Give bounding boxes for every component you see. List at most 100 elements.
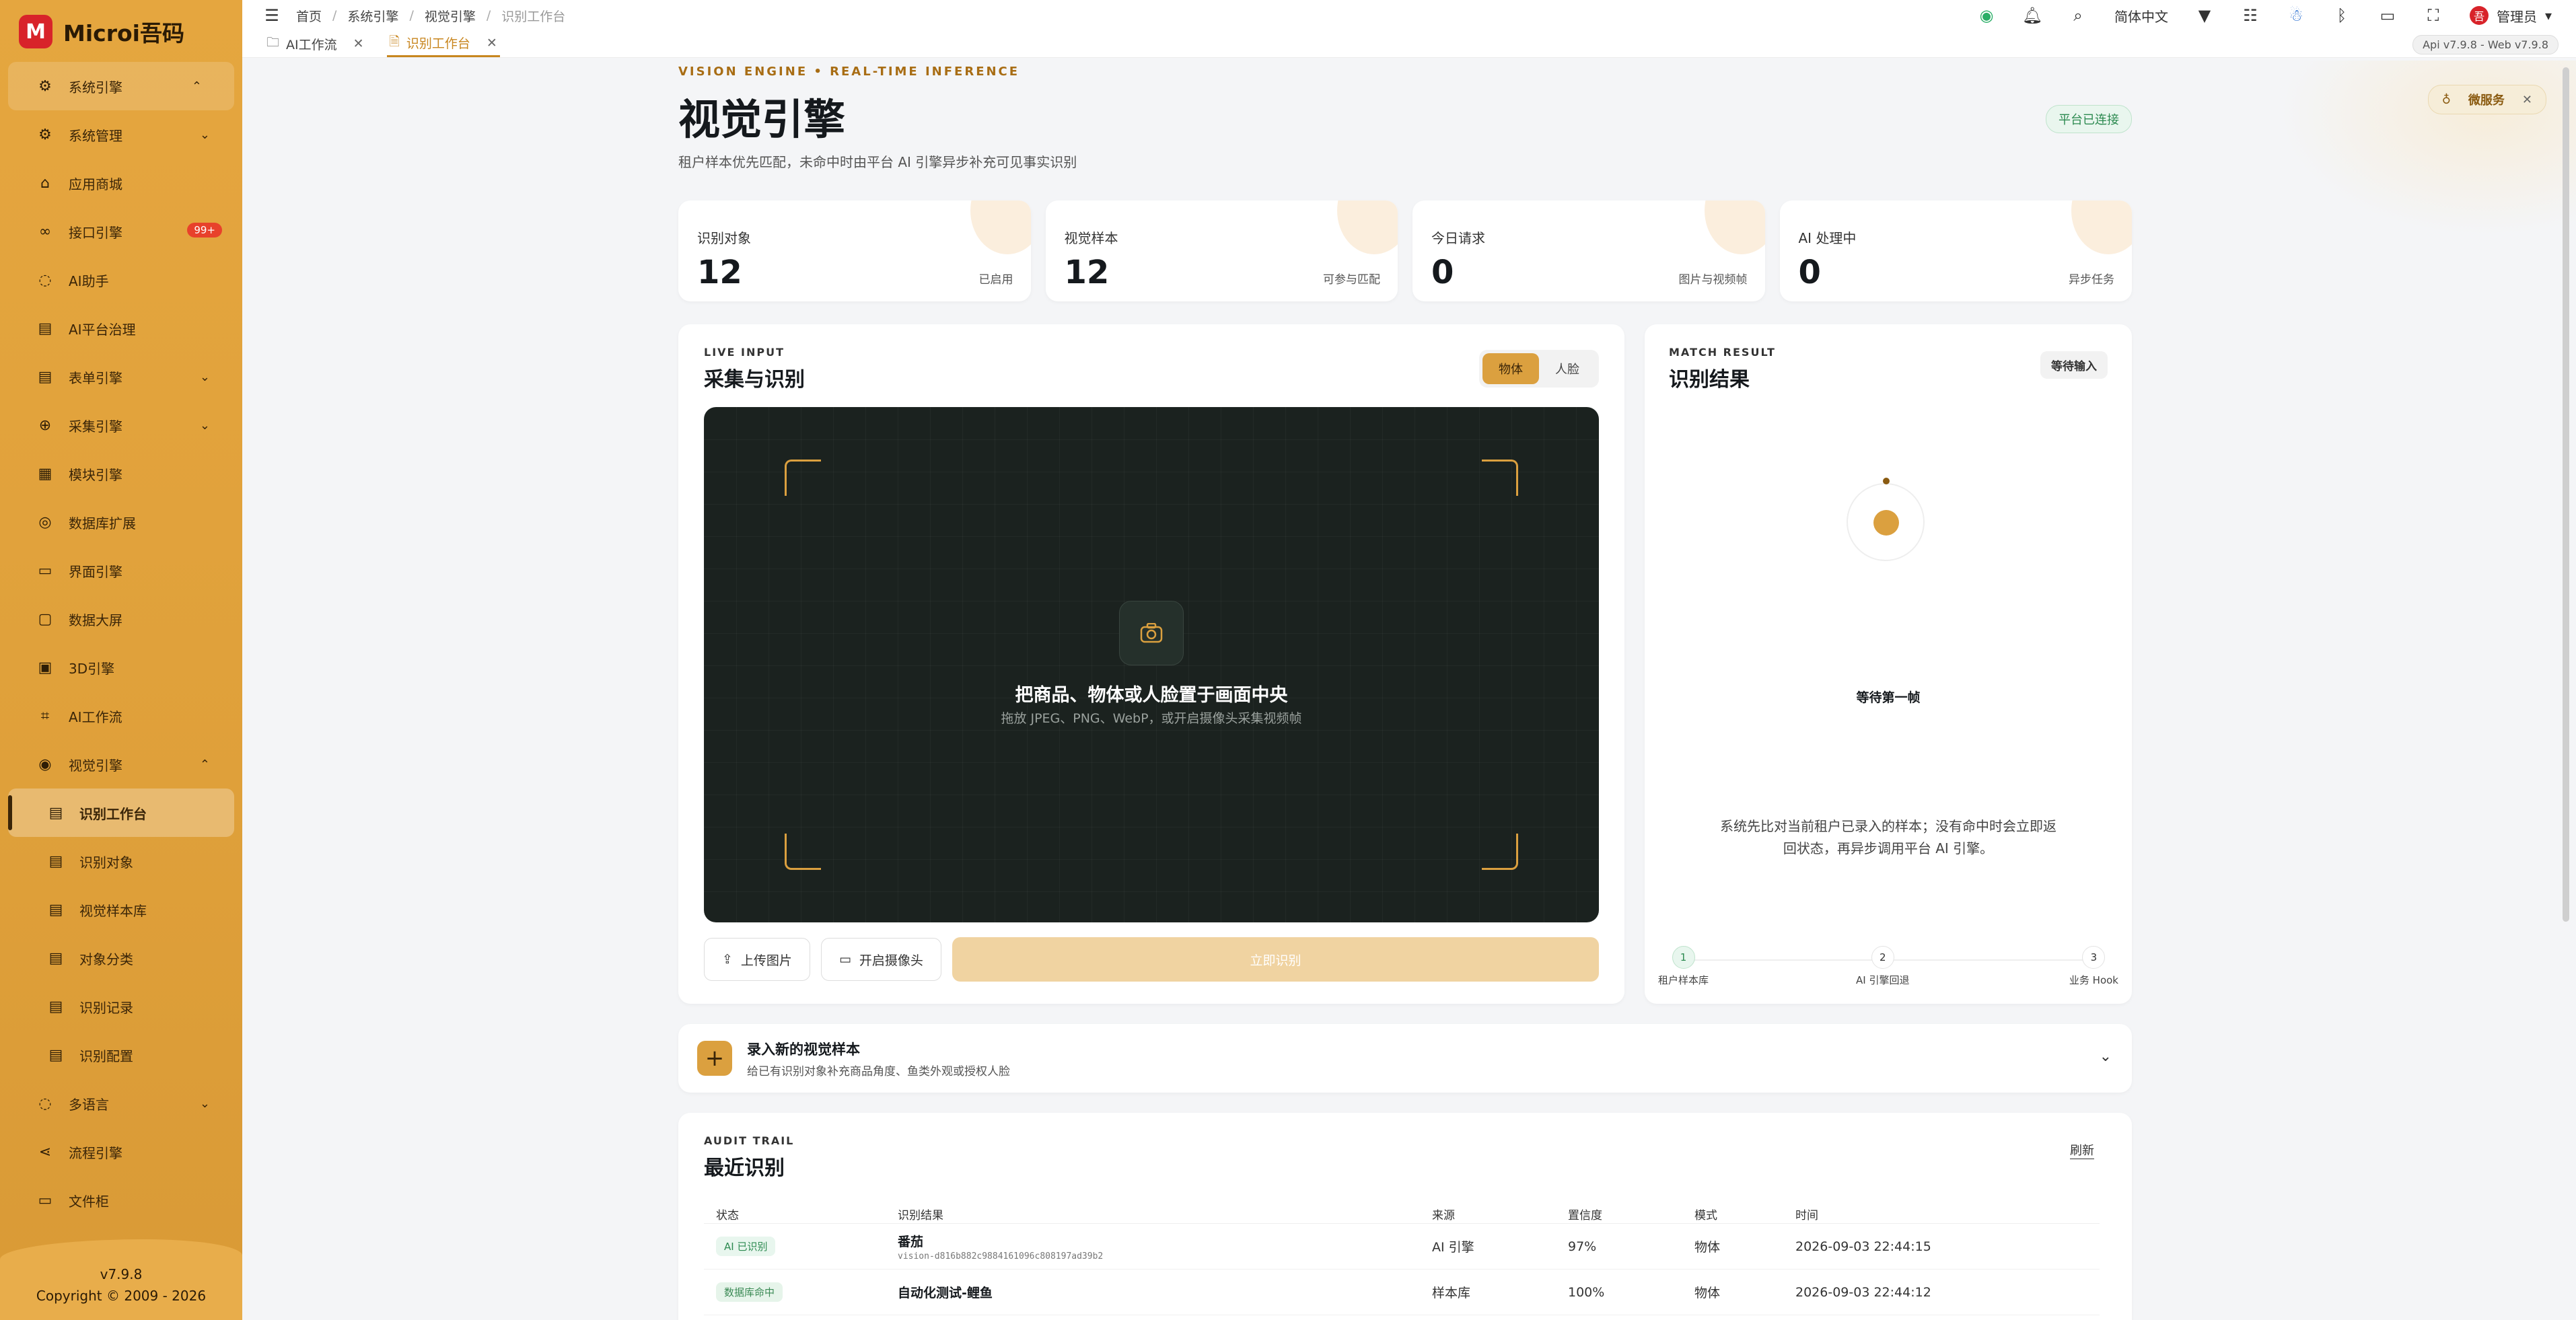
sidebar-item-21[interactable]: ◌ 多语言 ⌄: [0, 1079, 242, 1128]
tab-bar: 🗀 AI工作流 ✕ 🗎 识别工作台 ✕: [242, 31, 2576, 58]
sidebar-item-4[interactable]: ◌ AI助手: [0, 256, 242, 304]
tab-recognition-workbench[interactable]: 🗎 识别工作台 ✕: [386, 30, 500, 57]
page-title: 视觉引擎: [678, 95, 846, 144]
sidebar-item-8[interactable]: ▦ 模块引擎: [0, 449, 242, 498]
breadcrumb-system[interactable]: 系统引擎: [347, 7, 398, 25]
chevron-down-icon: ⌄: [199, 128, 210, 142]
sliders-icon[interactable]: ☷: [2241, 6, 2260, 25]
result-name: 自动化测试-鲤鱼: [898, 1286, 993, 1300]
robot-icon[interactable]: ☃: [2287, 6, 2305, 25]
breadcrumb-separator: /: [486, 8, 491, 23]
close-icon[interactable]: ✕: [353, 36, 364, 51]
microservice-pill[interactable]: ♁ 微服务 ✕: [2427, 85, 2546, 114]
shirt-icon[interactable]: ▼: [2195, 6, 2214, 25]
step-item: 1 租户样本库: [1658, 946, 1709, 987]
mode-object-button[interactable]: 物体: [1482, 353, 1539, 384]
bluetooth-icon[interactable]: ᛒ: [2332, 6, 2351, 25]
brand-logo[interactable]: M Microi吾码: [0, 0, 242, 63]
mode-cell: 物体: [1694, 1240, 1721, 1255]
waiting-spinner: [1847, 478, 1925, 561]
sidebar-item-10[interactable]: ▭ 界面引擎: [0, 546, 242, 595]
sidebar-item-15[interactable]: ▤ 识别工作台: [8, 789, 234, 837]
sidebar-item-18[interactable]: ▤ 对象分类: [0, 934, 242, 982]
breadcrumb: 首页 / 系统引擎 / 视觉引擎 / 识别工作台: [296, 7, 565, 25]
upload-image-button[interactable]: ⇪ 上传图片: [704, 938, 810, 981]
table-row[interactable]: 数据库命中 自动化测试-鲤鱼 样本库 100% 物体 2026-09-03 22…: [704, 1270, 2100, 1315]
search-icon[interactable]: ⌕: [2069, 6, 2087, 25]
sidebar-item-label: 识别配置: [79, 1048, 133, 1064]
clipboard-icon: ▤: [48, 998, 63, 1015]
settings-icon: ⚙: [38, 126, 52, 143]
stat-card: 今日请求 0 图片与视频帧: [1412, 200, 1765, 301]
open-camera-button[interactable]: ▭ 开启摄像头: [820, 938, 941, 981]
tab-ai-workflow[interactable]: 🗀 AI工作流 ✕: [264, 30, 367, 57]
sidebar-item-16[interactable]: ▤ 识别对象: [0, 837, 242, 885]
folder-icon: 🗀: [266, 35, 280, 50]
scrollbar[interactable]: [2563, 67, 2569, 922]
sidebar-item-23[interactable]: ▭ 文件柜: [0, 1176, 242, 1224]
sidebar-item-14[interactable]: ◉ 视觉引擎 ⌃: [0, 740, 242, 789]
sidebar-item-label: 界面引擎: [69, 563, 122, 580]
sidebar-item-label: AI助手: [69, 272, 109, 289]
chevron-down-icon[interactable]: ⌄: [2100, 1048, 2112, 1065]
avatar: 吾: [2469, 6, 2489, 25]
time-cell: 2026-09-03 22:44:12: [1795, 1284, 1931, 1300]
clipboard-icon: ▤: [38, 320, 52, 337]
refresh-button[interactable]: 刷新: [2070, 1141, 2094, 1159]
mode-face-button[interactable]: 人脸: [1539, 353, 1596, 384]
stats-row: 识别对象 12 已启用 视觉样本 12 可参与匹配 今日请求 0 图片与视频帧 …: [678, 200, 2132, 301]
bell-icon[interactable]: 🔔︎: [2022, 6, 2042, 25]
table-row[interactable]: AI 已识别 番茄 vision-d816b882c9884161096c8081…: [704, 1224, 2100, 1270]
sidebar-item-17[interactable]: ▤ 视觉样本库: [0, 885, 242, 934]
sidebar-item-label: 对象分类: [79, 951, 133, 967]
camera-dropzone[interactable]: 把商品、物体或人脸置于画面中央 拖放 JPEG、PNG、WebP，或开启摄像头采…: [704, 407, 1599, 922]
sidebar-item-label: 流程引擎: [69, 1144, 122, 1161]
sidebar-item-22[interactable]: ⋖ 流程引擎: [0, 1128, 242, 1176]
caret-down-icon: ▾: [2544, 7, 2552, 24]
stat-label: 识别对象: [697, 230, 751, 246]
sidebar-item-13[interactable]: ⌗ AI工作流: [0, 692, 242, 740]
breadcrumb-vision[interactable]: 视觉引擎: [425, 7, 476, 25]
wechat-icon[interactable]: ◉: [1977, 6, 1996, 25]
sidebar-item-label: 视觉样本库: [79, 902, 147, 919]
connection-status-badge: 平台已连接: [2046, 105, 2132, 133]
sidebar: M Microi吾码 ⚙ 系统引擎 ⌃ ⚙ 系统管理 ⌄ ⌂ 应用商城 ∞ 接口引擎 99+ ◌ AI助…: [0, 0, 242, 1320]
menu-toggle-icon[interactable]: ☰: [262, 6, 281, 25]
column-header: 状态: [716, 1209, 739, 1222]
monitor-icon[interactable]: ▭: [2378, 6, 2397, 25]
clipboard-icon: ▤: [48, 901, 63, 918]
sidebar-item-1[interactable]: ⚙ 系统管理 ⌄: [0, 110, 242, 159]
sidebar-item-6[interactable]: ▤ 表单引擎 ⌄: [0, 353, 242, 401]
sidebar-item-5[interactable]: ▤ AI平台治理: [0, 304, 242, 353]
language-switcher[interactable]: 简体中文: [2114, 6, 2168, 26]
user-menu[interactable]: 吾 管理员 ▾: [2469, 6, 2552, 26]
video-icon: ▭: [838, 952, 851, 967]
add-sample-panel[interactable]: + 录入新的视觉样本 给已有识别对象补充商品角度、鱼类外观或授权人脸 ⌄: [678, 1024, 2132, 1093]
breadcrumb-home[interactable]: 首页: [296, 7, 322, 25]
sidebar-item-9[interactable]: ◎ 数据库扩展: [0, 498, 242, 546]
sidebar-item-3[interactable]: ∞ 接口引擎 99+: [0, 207, 242, 256]
close-icon[interactable]: ✕: [2522, 93, 2532, 107]
sidebar-item-12[interactable]: ▣ 3D引擎: [0, 643, 242, 692]
sidebar-item-0[interactable]: ⚙ 系统引擎 ⌃: [8, 62, 234, 110]
recognize-now-button[interactable]: 立即识别: [952, 937, 1599, 982]
breadcrumb-current: 识别工作台: [501, 9, 566, 24]
sidebar-item-20[interactable]: ▤ 识别配置: [0, 1031, 242, 1079]
frame-corner: [1482, 834, 1518, 870]
stat-note: 异步任务: [2069, 273, 2114, 287]
close-icon[interactable]: ✕: [487, 36, 497, 50]
folder-icon: ▭: [38, 1191, 52, 1209]
screen-icon: ▢: [38, 610, 52, 628]
sidebar-item-2[interactable]: ⌂ 应用商城: [0, 159, 242, 207]
sidebar-item-label: 视觉引擎: [69, 757, 122, 774]
source-cell: 样本库: [1432, 1286, 1471, 1300]
pipeline-steps: 1 租户样本库 2 AI 引擎回退 3 业务 Hook: [1658, 946, 2118, 993]
fullscreen-icon[interactable]: ⛶: [2424, 6, 2443, 25]
sidebar-item-7[interactable]: ⊕ 采集引擎 ⌄: [0, 401, 242, 449]
sidebar-item-11[interactable]: ▢ 数据大屏: [0, 595, 242, 643]
sample-description: 给已有识别对象补充商品角度、鱼类外观或授权人脸: [747, 1064, 1010, 1078]
sidebar-item-19[interactable]: ▤ 识别记录: [0, 982, 242, 1031]
result-cell: 番茄 vision-d816b882c9884161096c808197ad39b…: [898, 1232, 1432, 1261]
result-description: 系统先比对当前租户已录入的样本；没有命中时会立即返回状态，再异步调用平台 AI …: [1720, 818, 2056, 856]
copyright: Copyright © 2009 - 2026: [36, 1288, 207, 1304]
